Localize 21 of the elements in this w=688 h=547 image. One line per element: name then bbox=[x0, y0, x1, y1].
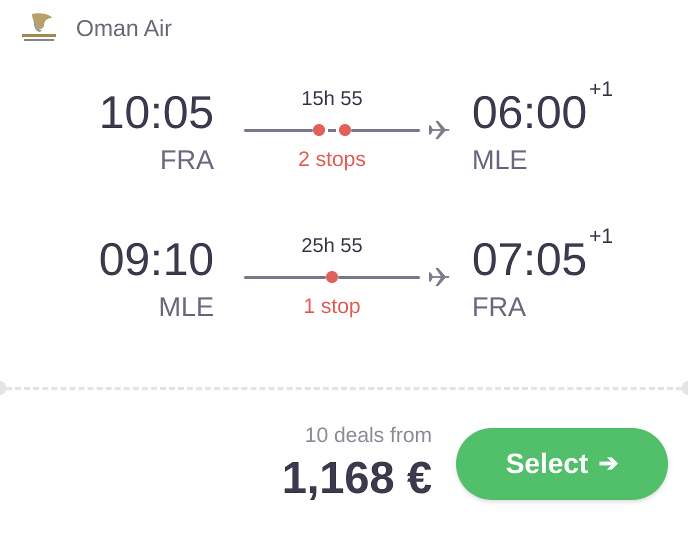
stops-label: 1 stop bbox=[303, 294, 362, 320]
flight-duration: 25h 55 bbox=[301, 234, 364, 259]
stops-label: 2 stops bbox=[298, 147, 367, 173]
arrival-time: 06:00 bbox=[472, 85, 588, 140]
departure-airport: MLE bbox=[158, 291, 214, 324]
day-offset: +1 bbox=[589, 78, 614, 102]
arrival-airport: FRA bbox=[472, 291, 526, 324]
deals-count: 10 deals from bbox=[304, 423, 432, 449]
arrow-icon: ➔ bbox=[598, 446, 618, 482]
departure-airport: FRA bbox=[160, 144, 214, 177]
arrival-airport: MLE bbox=[472, 144, 528, 177]
departure-time: 09:10 bbox=[98, 232, 214, 287]
airline-name: Oman Air bbox=[76, 14, 172, 43]
airplane-icon bbox=[428, 120, 450, 140]
flight-duration: 15h 55 bbox=[301, 87, 364, 112]
airplane-icon bbox=[428, 267, 450, 287]
departure-time: 10:05 bbox=[98, 85, 214, 140]
arrival-time: 07:05 bbox=[472, 232, 588, 287]
price-amount: 1,168 € bbox=[282, 451, 432, 505]
select-button[interactable]: Select ➔ bbox=[456, 428, 668, 500]
day-offset: +1 bbox=[589, 225, 614, 249]
